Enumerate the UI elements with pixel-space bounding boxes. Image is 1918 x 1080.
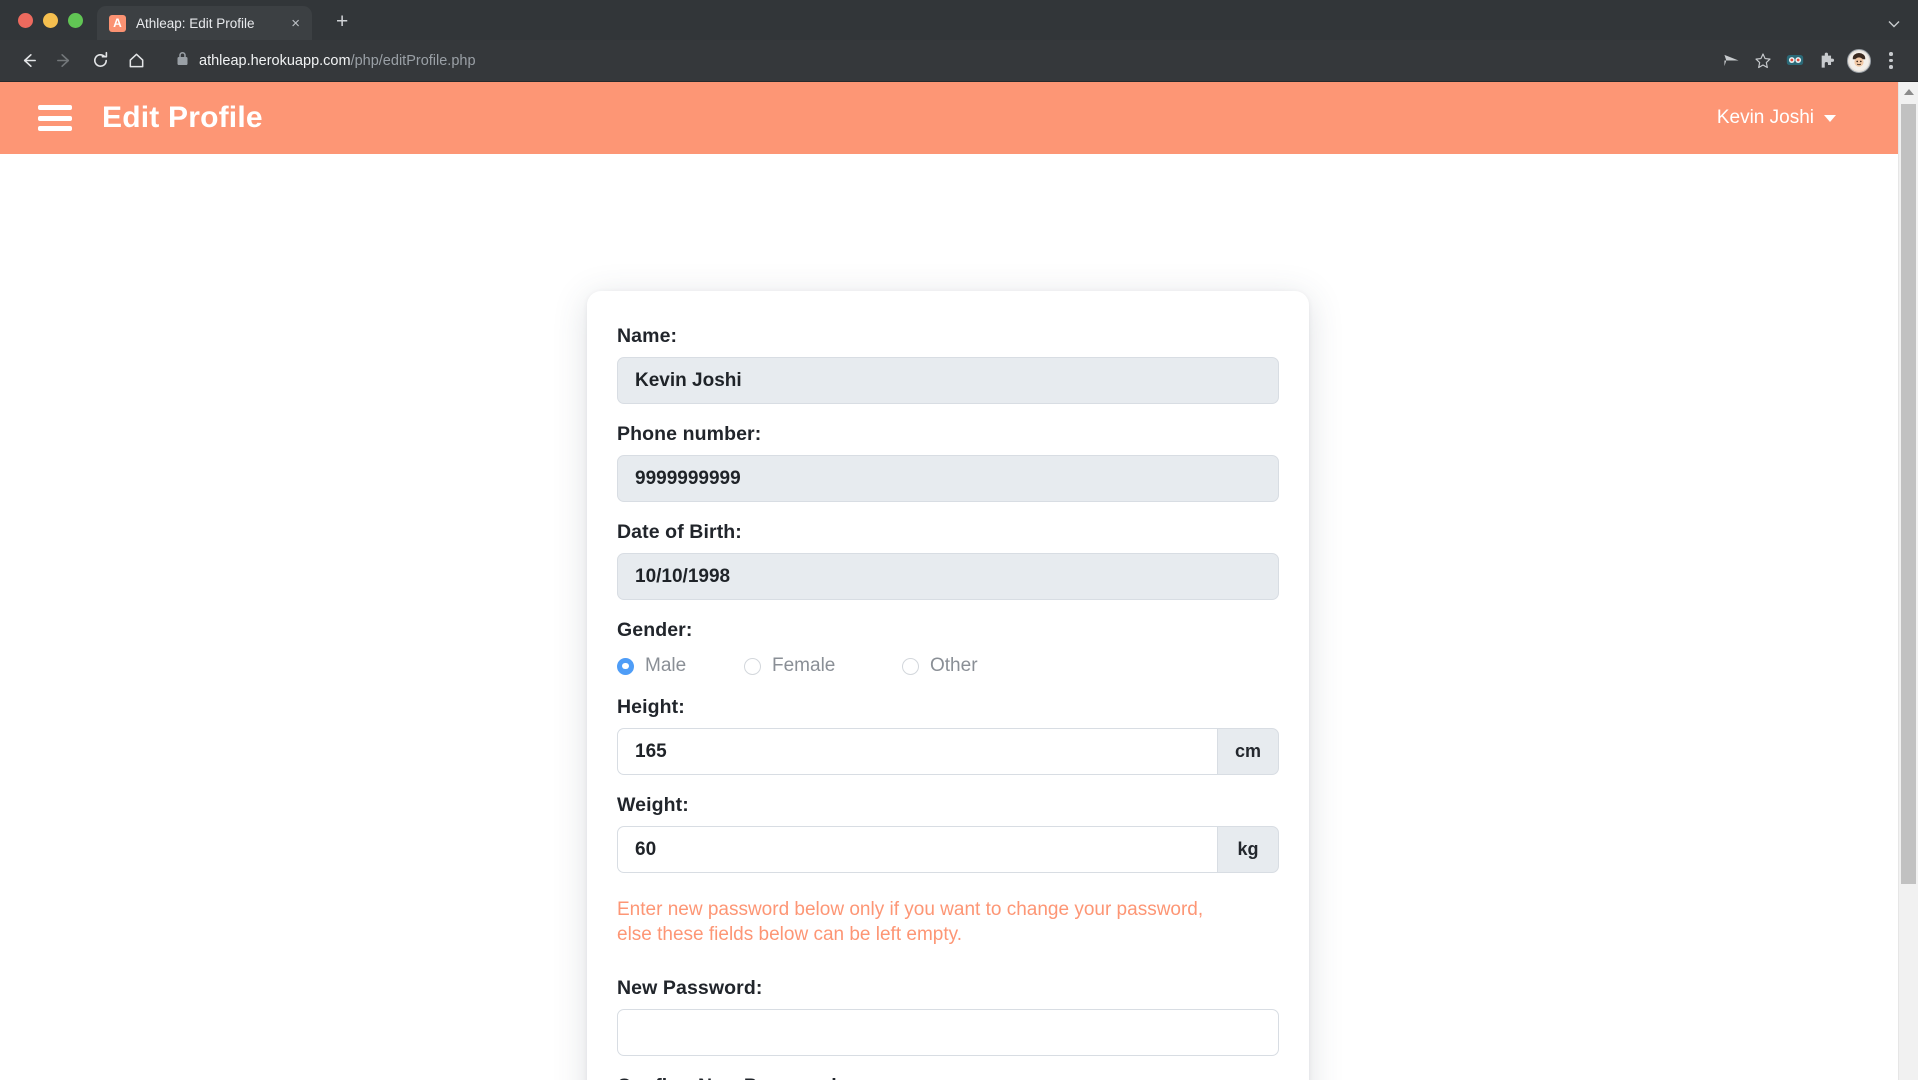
field-height: Height: 165 cm xyxy=(617,696,1279,775)
home-icon[interactable] xyxy=(120,45,152,77)
gender-option-label: Other xyxy=(930,655,978,676)
edit-profile-card: Name: Kevin Joshi Phone number: 99999999… xyxy=(587,291,1309,1080)
window-chevron-icon[interactable] xyxy=(1888,16,1918,40)
new-password-input[interactable] xyxy=(617,1009,1279,1057)
name-input[interactable]: Kevin Joshi xyxy=(617,357,1279,404)
star-icon[interactable] xyxy=(1748,46,1778,76)
gender-label: Gender: xyxy=(617,619,693,641)
chevron-down-icon xyxy=(1824,114,1836,122)
field-confirm-password: Confirm New Password: xyxy=(617,1075,1279,1080)
close-window-button[interactable] xyxy=(18,12,33,28)
lock-icon xyxy=(176,51,189,70)
tab-title: Athleap: Edit Profile xyxy=(136,15,255,31)
url-text: athleap.herokuapp.com/php/editProfile.ph… xyxy=(199,53,476,69)
send-icon[interactable] xyxy=(1716,46,1746,76)
phone-label: Phone number: xyxy=(617,423,762,445)
url-path: /php/editProfile.php xyxy=(350,52,476,69)
forward-arrow-icon[interactable] xyxy=(48,45,80,77)
weight-label: Weight: xyxy=(617,794,689,816)
field-dob: Date of Birth: 10/10/1998 xyxy=(617,521,1279,600)
gender-radio-group: Male Female Other xyxy=(617,651,1279,677)
gender-option-label: Female xyxy=(772,655,836,676)
avatar-image xyxy=(1847,48,1871,73)
favicon-icon: A xyxy=(109,14,126,32)
gender-option-male[interactable]: Male xyxy=(617,655,744,677)
scroll-up-arrow-icon[interactable] xyxy=(1899,82,1918,101)
gender-option-female[interactable]: Female xyxy=(744,655,902,677)
browser-tab[interactable]: A Athleap: Edit Profile × xyxy=(97,6,312,40)
user-menu-button[interactable]: Kevin Joshi xyxy=(1717,107,1872,129)
field-gender: Gender: Male Female Other xyxy=(617,619,1279,677)
url-host: athleap.herokuapp.com xyxy=(199,52,351,69)
phone-input[interactable]: 9999999999 xyxy=(617,455,1279,502)
dob-input[interactable]: 10/10/1998 xyxy=(617,553,1279,600)
name-label: Name: xyxy=(617,325,678,347)
reload-icon[interactable] xyxy=(84,45,116,77)
height-input[interactable]: 165 xyxy=(617,728,1217,775)
hamburger-menu-icon[interactable] xyxy=(38,105,72,131)
back-arrow-icon[interactable] xyxy=(12,45,44,77)
page-content: Edit Profile Kevin Joshi Name: Kevin Jos… xyxy=(0,82,1918,1080)
radio-unselected-icon[interactable] xyxy=(902,657,919,675)
robot-emoji-icon[interactable] xyxy=(1780,46,1810,76)
three-dot-menu-icon[interactable] xyxy=(1876,46,1906,76)
field-weight: Weight: 60 kg xyxy=(617,794,1279,873)
maximize-window-button[interactable] xyxy=(68,12,83,28)
address-bar[interactable]: athleap.herokuapp.com/php/editProfile.ph… xyxy=(166,46,1712,76)
window-traffic-lights xyxy=(10,0,97,40)
browser-toolbar: athleap.herokuapp.com/php/editProfile.ph… xyxy=(0,40,1918,82)
password-change-note: Enter new password below only if you wan… xyxy=(617,899,1204,946)
new-tab-button[interactable]: + xyxy=(328,9,356,34)
field-name: Name: Kevin Joshi xyxy=(617,325,1279,404)
minimize-window-button[interactable] xyxy=(43,12,58,28)
tab-strip: A Athleap: Edit Profile × + xyxy=(0,0,1918,40)
scrollbar-thumb[interactable] xyxy=(1901,104,1916,884)
dob-label: Date of Birth: xyxy=(617,521,742,543)
app-header: Edit Profile Kevin Joshi xyxy=(0,82,1898,154)
gender-option-label: Male xyxy=(645,655,687,676)
height-input-group: 165 cm xyxy=(617,728,1279,775)
new-password-label: New Password: xyxy=(617,977,763,1000)
page-viewport: Edit Profile Kevin Joshi Name: Kevin Jos… xyxy=(0,82,1898,1080)
user-menu-label: Kevin Joshi xyxy=(1716,107,1814,128)
height-label: Height: xyxy=(617,696,685,718)
weight-input[interactable]: 60 xyxy=(617,826,1217,873)
field-phone: Phone number: 9999999999 xyxy=(617,423,1279,502)
page-scrollbar[interactable] xyxy=(1898,82,1918,1080)
radio-selected-icon[interactable] xyxy=(617,657,634,675)
confirm-password-label: Confirm New Password: xyxy=(617,1075,1279,1080)
avatar[interactable] xyxy=(1844,46,1874,76)
close-tab-icon[interactable]: × xyxy=(289,16,302,31)
page-title: Edit Profile xyxy=(102,101,263,134)
radio-unselected-icon[interactable] xyxy=(744,657,761,675)
field-new-password: New Password: xyxy=(617,977,1279,1057)
puzzle-piece-icon[interactable] xyxy=(1812,46,1842,76)
weight-unit-addon: kg xyxy=(1217,826,1279,873)
height-unit-addon: cm xyxy=(1217,728,1279,775)
weight-input-group: 60 kg xyxy=(617,826,1279,873)
browser-chrome: A Athleap: Edit Profile × + athleap.hero… xyxy=(0,0,1918,82)
toolbar-right-actions xyxy=(1716,46,1906,76)
gender-option-other[interactable]: Other xyxy=(902,655,978,677)
